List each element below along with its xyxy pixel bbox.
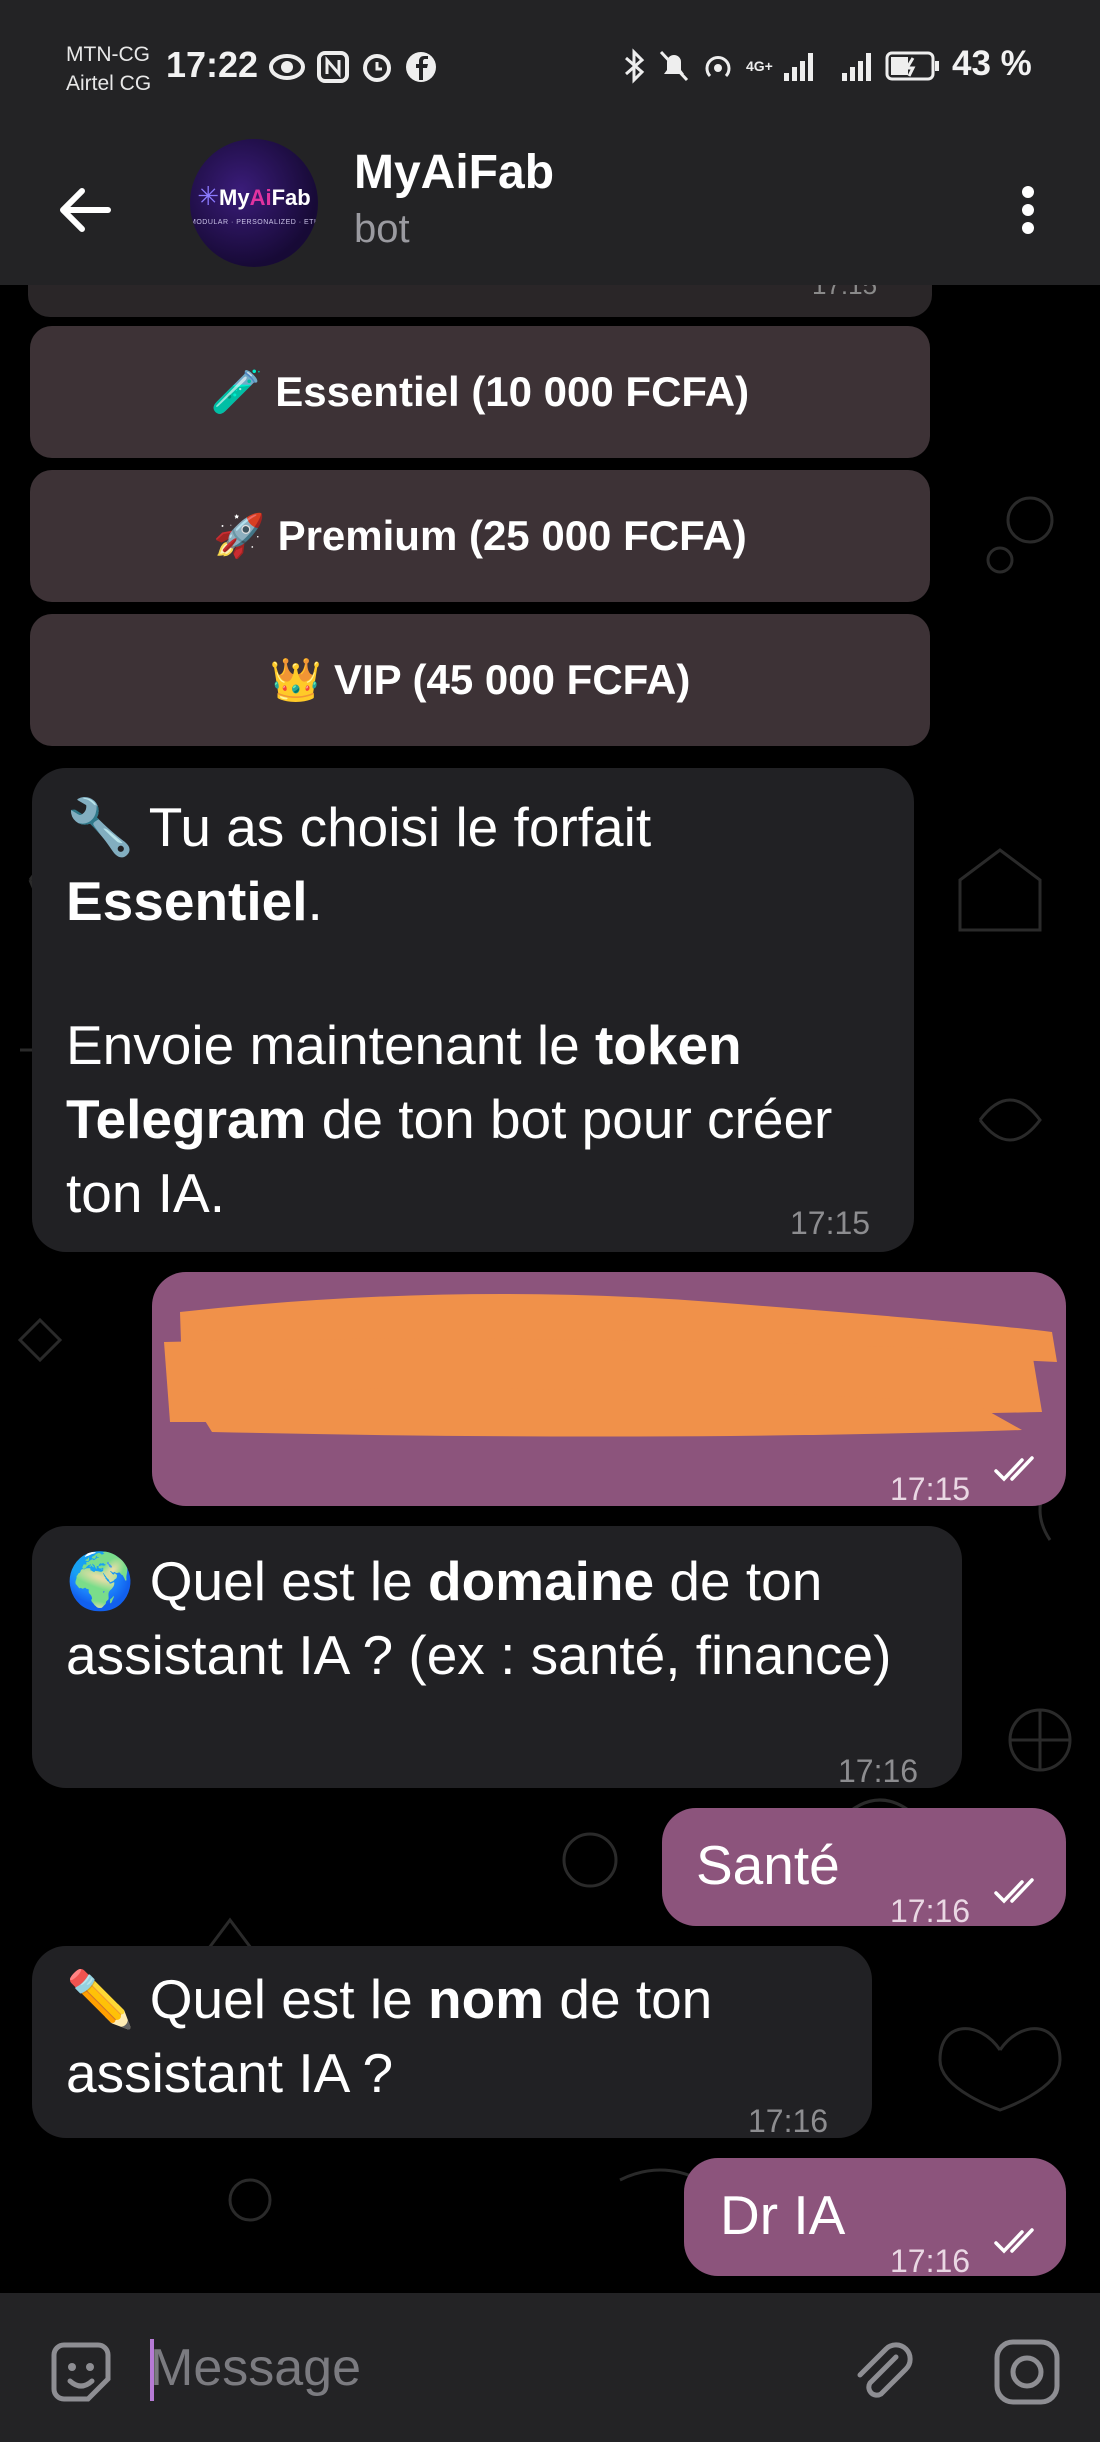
- outgoing-message[interactable]: Santé 17:16: [662, 1808, 1066, 1929]
- notification-icons: [268, 50, 438, 84]
- message-time: 17:16: [890, 1893, 971, 1929]
- avatar-logo: ✳MyAiFab: [197, 181, 311, 211]
- signal-icon-2: [841, 53, 871, 81]
- system-icons: 4G+: [622, 48, 941, 84]
- message-time: 17:15: [790, 1205, 871, 1241]
- hotspot-icon: [705, 56, 731, 78]
- plan-button-essentiel[interactable]: 🧪 Essentiel (10 000 FCFA): [30, 326, 930, 458]
- globe-icon: 🌍: [66, 1550, 135, 1612]
- message-time: 17:16: [748, 2103, 829, 2139]
- double-check-icon: [994, 1456, 1034, 1482]
- status-time: 17:22: [166, 44, 259, 85]
- status-bar: MTN-CG Airtel CG 17:22 4G+ 43 %: [0, 0, 1100, 135]
- plan-button-premium[interactable]: 🚀 Premium (25 000 FCFA): [30, 470, 930, 602]
- chat-title[interactable]: MyAiFab: [354, 145, 554, 200]
- battery-icon: [885, 51, 939, 81]
- avatar-tagline: MODULAR · PERSONALIZED · ETHICAL: [190, 219, 318, 226]
- plan-button-label: Essentiel (10 000 FCFA): [275, 368, 750, 415]
- message-text: ✏️ Quel est le nom de ton assistant IA ?: [66, 1968, 713, 2104]
- incoming-message[interactable]: 🔧 Tu as choisi le forfait Essentiel. Env…: [32, 768, 914, 1252]
- plan-button-label: VIP (45 000 FCFA): [333, 656, 691, 703]
- more-menu-icon[interactable]: [1010, 175, 1046, 245]
- alarm-icon: [363, 54, 391, 82]
- message-text: 🌍 Quel est le domaine de ton assistant I…: [66, 1550, 892, 1686]
- outgoing-message[interactable]: 17:15: [152, 1272, 1066, 1507]
- network-type: 4G+: [746, 58, 773, 74]
- outgoing-message[interactable]: Dr IA 17:16: [684, 2158, 1066, 2279]
- chat-subtitle: bot: [354, 207, 410, 251]
- facebook-icon: [406, 52, 436, 82]
- wrench-icon: 🔧: [66, 796, 135, 858]
- eye-icon: [269, 54, 305, 80]
- message-composer: [0, 2293, 1100, 2442]
- message-text: Dr IA: [720, 2184, 846, 2246]
- bot-avatar[interactable]: ✳MyAiFab MODULAR · PERSONALIZED · ETHICA…: [190, 139, 318, 267]
- attach-paperclip-icon[interactable]: [846, 2335, 920, 2409]
- message-input[interactable]: [148, 2335, 812, 2401]
- previous-message-bubble: [28, 285, 932, 317]
- plan-button-vip[interactable]: 👑 VIP (45 000 FCFA): [30, 614, 930, 746]
- message-time: 17:16: [838, 1753, 919, 1789]
- back-arrow-icon[interactable]: [50, 175, 120, 245]
- message-text: Santé: [696, 1834, 840, 1896]
- signal-icon-1: [783, 53, 813, 81]
- crown-icon: 👑: [269, 655, 322, 703]
- test-tube-icon: 🧪: [210, 367, 264, 415]
- bluetooth-icon: [625, 48, 645, 84]
- incoming-message[interactable]: 🌍 Quel est le domaine de ton assistant I…: [32, 1526, 962, 1789]
- mute-bell-icon: [659, 50, 689, 82]
- double-check-icon: [994, 2228, 1034, 2254]
- carrier-1: MTN-CG: [66, 43, 150, 66]
- camera-icon[interactable]: [990, 2335, 1064, 2409]
- sticker-emoji-icon[interactable]: [44, 2335, 118, 2409]
- double-check-icon: [994, 1878, 1034, 1904]
- incoming-message[interactable]: ✏️ Quel est le nom de ton assistant IA ?…: [32, 1946, 872, 2139]
- rocket-icon: 🚀: [213, 511, 266, 559]
- message-time: 17:15: [890, 1471, 971, 1507]
- battery-percentage: 43 %: [952, 44, 1032, 83]
- chat-header: ✳MyAiFab MODULAR · PERSONALIZED · ETHICA…: [0, 135, 1100, 285]
- message-time: 17:16: [890, 2243, 971, 2279]
- plan-button-label: Premium (25 000 FCFA): [277, 512, 747, 559]
- carrier-labels: MTN-CG Airtel CG: [66, 40, 151, 98]
- nfc-icon: [317, 51, 349, 83]
- message-text: 🔧 Tu as choisi le forfait Essentiel. Env…: [66, 796, 833, 1224]
- carrier-2: Airtel CG: [66, 72, 152, 95]
- pencil-icon: ✏️: [66, 1968, 135, 2030]
